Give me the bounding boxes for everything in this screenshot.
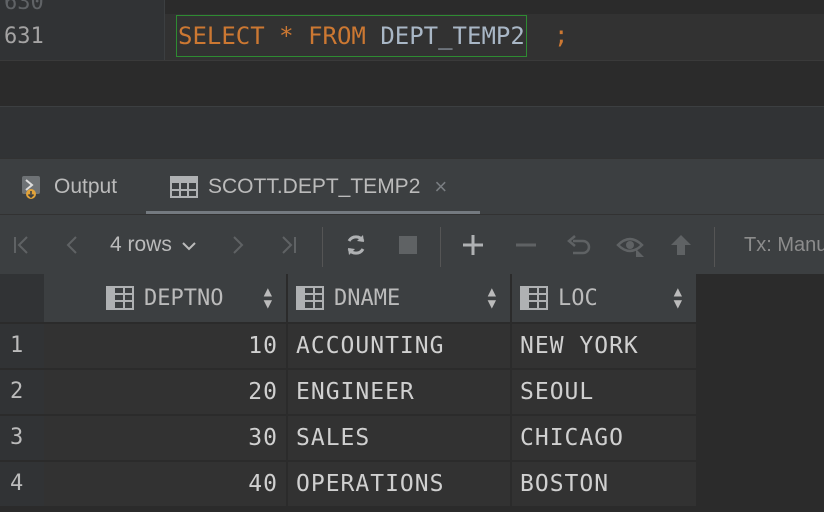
revert-icon[interactable]	[564, 231, 592, 259]
chevron-down-icon	[181, 242, 196, 251]
toolbar-separator	[714, 227, 715, 267]
column-header-dname[interactable]: DNAME ▲ ▼	[288, 274, 512, 322]
output-console-icon	[22, 176, 40, 199]
row-number[interactable]: 3	[0, 416, 44, 460]
tab-output-label: Output	[54, 175, 118, 198]
cell-deptno[interactable]: 20	[44, 370, 286, 414]
table-identifier: DEPT_TEMP2	[380, 22, 525, 50]
sort-toggle-icon[interactable]: ▲ ▼	[264, 285, 272, 311]
line-gutter: 630 631	[0, 0, 165, 60]
column-icon	[520, 286, 548, 310]
next-page-icon[interactable]	[226, 231, 250, 259]
cell-deptno[interactable]: 10	[44, 324, 286, 368]
cell-dname[interactable]: ACCOUNTING	[288, 324, 510, 368]
keyword-from: FROM	[308, 22, 366, 50]
transaction-mode-dropdown[interactable]: Tx: Manual	[744, 231, 824, 259]
results-tab-bar: Output SCOTT.DEPT_TEMP2 ×	[0, 158, 824, 215]
row-number[interactable]: 4	[0, 462, 44, 506]
toolbar-separator	[322, 227, 323, 267]
cell-deptno[interactable]: 40	[44, 462, 286, 506]
cell-loc[interactable]: NEW YORK	[512, 324, 696, 368]
sql-editor[interactable]: 630 631 SELECT * FROM DEPT_TEMP2 ;	[0, 0, 824, 60]
add-row-icon[interactable]	[460, 231, 486, 259]
stop-icon[interactable]	[396, 231, 420, 259]
statement-terminator: ;	[554, 21, 569, 49]
cell-dname[interactable]: OPERATIONS	[288, 462, 510, 506]
line-number-prev: 630	[4, 0, 44, 15]
cell-dname[interactable]: ENGINEER	[288, 370, 510, 414]
panel-splitter[interactable]	[0, 106, 824, 159]
row-number[interactable]: 2	[0, 370, 44, 414]
last-page-icon[interactable]	[276, 231, 300, 259]
delete-row-icon[interactable]	[514, 231, 538, 259]
keyword-select: SELECT	[178, 22, 265, 50]
submit-icon[interactable]	[668, 231, 694, 259]
table-grid-icon	[170, 176, 198, 198]
preview-icon[interactable]	[616, 231, 646, 259]
row-count-label: 4 rows	[110, 233, 172, 256]
cell-loc[interactable]: CHICAGO	[512, 416, 696, 460]
tab-result-label: SCOTT.DEPT_TEMP2	[208, 175, 421, 198]
cell-loc[interactable]: SEOUL	[512, 370, 696, 414]
toolbar-separator	[440, 227, 441, 267]
row-count-dropdown[interactable]: 4 rows	[110, 231, 196, 259]
column-icon	[296, 286, 324, 310]
close-tab-icon[interactable]: ×	[434, 174, 447, 200]
star-operator: *	[279, 22, 294, 50]
refresh-icon[interactable]	[342, 231, 370, 259]
column-header-loc[interactable]: LOC ▲ ▼	[512, 274, 698, 322]
results-toolbar: 4 rows Tx: Manual	[0, 214, 824, 276]
first-page-icon[interactable]	[10, 231, 34, 259]
prev-page-icon[interactable]	[60, 231, 84, 259]
cell-loc[interactable]: BOSTON	[512, 462, 696, 506]
row-number-header	[0, 274, 44, 322]
sql-statement[interactable]: SELECT * FROM DEPT_TEMP2	[176, 15, 527, 57]
tab-scott-dept-temp2[interactable]: SCOTT.DEPT_TEMP2 ×	[170, 159, 447, 215]
sort-toggle-icon[interactable]: ▲ ▼	[674, 285, 682, 311]
column-header-deptno[interactable]: DEPTNO ▲ ▼	[44, 274, 288, 322]
column-icon	[106, 286, 134, 310]
cell-dname[interactable]: SALES	[288, 416, 510, 460]
sort-toggle-icon[interactable]: ▲ ▼	[488, 285, 496, 311]
editor-empty-area[interactable]	[0, 60, 824, 107]
column-header-label: DEPTNO	[144, 285, 224, 311]
row-number[interactable]: 1	[0, 324, 44, 368]
results-grid: DEPTNO ▲ ▼ DNAME ▲ ▼ LOC ▲ ▼ 1 10 ACCOUNTIN…	[0, 274, 824, 512]
column-header-label: LOC	[558, 285, 598, 311]
column-header-label: DNAME	[334, 285, 401, 311]
cell-deptno[interactable]: 30	[44, 416, 286, 460]
line-number: 631	[4, 24, 44, 49]
tab-output[interactable]: Output	[20, 159, 117, 215]
